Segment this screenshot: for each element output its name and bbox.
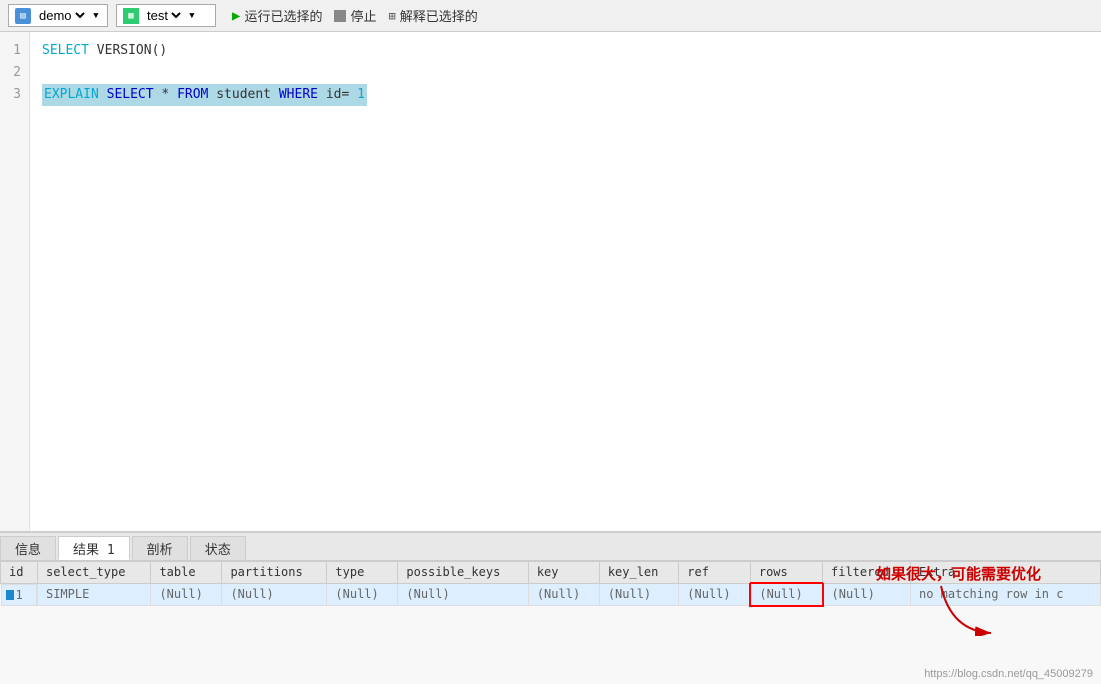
col-header-partitions: partitions — [222, 562, 327, 584]
col-header-possible-keys: possible_keys — [398, 562, 528, 584]
kw-where: WHERE — [279, 87, 318, 102]
code-value: 1 — [357, 87, 365, 102]
tab-analyze[interactable]: 剖析 — [132, 536, 188, 560]
line-num-3: 3 — [8, 84, 21, 106]
stop-button[interactable]: 停止 — [334, 6, 376, 25]
db-icon: ▤ — [15, 8, 31, 24]
table-chevron-icon: ▾ — [188, 8, 196, 23]
cell-type: (Null) — [327, 583, 398, 606]
cell-key-len: (Null) — [599, 583, 678, 606]
db-selector[interactable]: ▤ demo ▾ — [8, 4, 108, 27]
tab-result1[interactable]: 结果 1 — [58, 536, 130, 560]
line-numbers: 1 2 3 — [0, 32, 30, 531]
line-num-1: 1 — [8, 40, 21, 62]
cell-ref: (Null) — [679, 583, 751, 606]
toolbar: ▤ demo ▾ ▦ test ▾ ▶ 运行已选择的 停止 ⊞ 解释 — [0, 0, 1101, 32]
col-header-type: type — [327, 562, 398, 584]
tab-info[interactable]: 信息 — [0, 536, 56, 560]
cell-select-type: SIMPLE — [37, 583, 150, 606]
tabs-bar: 信息 结果 1 剖析 状态 — [0, 533, 1101, 561]
code-condition: id= — [326, 87, 349, 102]
cell-possible-keys: (Null) — [398, 583, 528, 606]
table-row[interactable]: 1 SIMPLE (Null) (Null) (Null) (Null) (Nu… — [1, 583, 1101, 606]
cell-key: (Null) — [528, 583, 599, 606]
cell-extra: no matching row in c — [910, 583, 1100, 606]
bottom-panel: 信息 结果 1 剖析 状态 如果很大，可能需要优化 — [0, 532, 1101, 684]
tab-result1-label: 结果 1 — [73, 539, 115, 558]
cell-row-indicator: 1 — [1, 584, 37, 606]
col-header-select-type: select_type — [37, 562, 150, 584]
code-line-1: SELECT VERSION() — [42, 40, 1089, 62]
table-selector[interactable]: ▦ test ▾ — [116, 4, 216, 27]
explain-label: 解释已选择的 — [400, 6, 478, 25]
watermark: https://blog.csdn.net/qq_45009279 — [924, 668, 1093, 680]
db-chevron-icon: ▾ — [92, 8, 100, 23]
col-header-id: id — [1, 562, 38, 584]
db-dropdown[interactable]: demo — [35, 7, 88, 24]
editor-container: 1 2 3 SELECT VERSION() EXPLAIN SELECT * … — [0, 32, 1101, 532]
keyword-version: VERSION() — [97, 43, 167, 58]
code-line-2 — [42, 62, 1089, 84]
kw-select2: SELECT — [107, 87, 154, 102]
results-table: id select_type table partitions type pos… — [0, 561, 1101, 607]
kw-from: FROM — [177, 87, 208, 102]
run-icon: ▶ — [232, 8, 240, 24]
line-num-2: 2 — [8, 62, 21, 84]
code-line-3: EXPLAIN SELECT * FROM student WHERE id= … — [42, 84, 1089, 106]
code-editor[interactable]: SELECT VERSION() EXPLAIN SELECT * FROM s… — [30, 32, 1101, 531]
tab-status[interactable]: 状态 — [190, 536, 246, 560]
explain-button[interactable]: ⊞ 解释已选择的 — [388, 6, 477, 25]
stop-label: 停止 — [350, 6, 376, 25]
cell-table: (Null) — [151, 583, 222, 606]
stop-icon — [334, 10, 346, 22]
col-header-table: table — [151, 562, 222, 584]
app-container: ▤ demo ▾ ▦ test ▾ ▶ 运行已选择的 停止 ⊞ 解释 — [0, 0, 1101, 684]
kw-explain: EXPLAIN — [44, 87, 99, 102]
tab-analyze-label: 剖析 — [147, 539, 173, 558]
tab-status-label: 状态 — [205, 539, 231, 558]
col-header-filtered: filtered — [823, 562, 911, 584]
table-dropdown[interactable]: test — [143, 7, 184, 24]
table-header-row: id select_type table partitions type pos… — [1, 562, 1101, 584]
code-star: * — [161, 87, 177, 102]
code-table: student — [216, 87, 279, 102]
run-button[interactable]: ▶ 运行已选择的 — [232, 6, 322, 25]
explain-icon: ⊞ — [388, 9, 395, 23]
cell-rows: (Null) — [750, 583, 822, 606]
cell-partitions: (Null) — [222, 583, 327, 606]
col-header-key: key — [528, 562, 599, 584]
col-header-rows: rows — [750, 562, 822, 584]
row-selector-icon — [6, 590, 14, 600]
results-table-container[interactable]: id select_type table partitions type pos… — [0, 561, 1101, 681]
col-header-key-len: key_len — [599, 562, 678, 584]
run-label: 运行已选择的 — [244, 6, 322, 25]
col-header-extra: Extra — [910, 562, 1100, 584]
cell-filtered: (Null) — [823, 583, 911, 606]
toolbar-actions: ▶ 运行已选择的 停止 ⊞ 解释已选择的 — [232, 6, 478, 25]
line3-highlight: EXPLAIN SELECT * FROM student WHERE id= … — [42, 84, 367, 106]
keyword-select: SELECT — [42, 43, 89, 58]
table-icon: ▦ — [123, 8, 139, 24]
results-wrapper: 如果很大，可能需要优化 id select_t — [0, 561, 1101, 681]
tab-info-label: 信息 — [15, 539, 41, 558]
col-header-ref: ref — [679, 562, 751, 584]
